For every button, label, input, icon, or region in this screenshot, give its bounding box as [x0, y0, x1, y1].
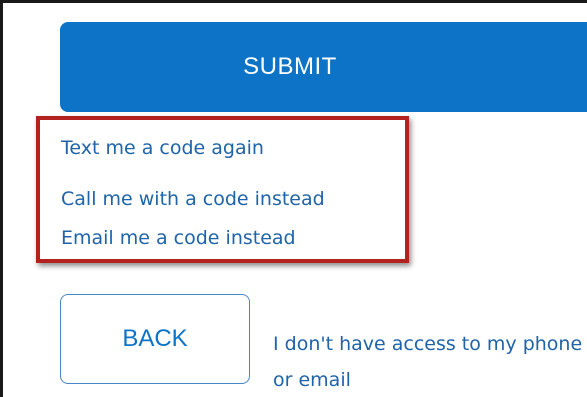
call-code-instead-link[interactable]: Call me with a code instead	[61, 187, 325, 211]
back-button[interactable]: BACK	[60, 294, 250, 384]
submit-button[interactable]: SUBMIT	[60, 22, 587, 112]
verification-panel: SUBMIT Text me a code again Call me with…	[0, 0, 587, 397]
no-phone-access-link[interactable]: I don't have access to my phone or email	[273, 326, 587, 397]
text-code-again-link[interactable]: Text me a code again	[61, 136, 264, 160]
email-code-instead-link[interactable]: Email me a code instead	[61, 226, 296, 250]
